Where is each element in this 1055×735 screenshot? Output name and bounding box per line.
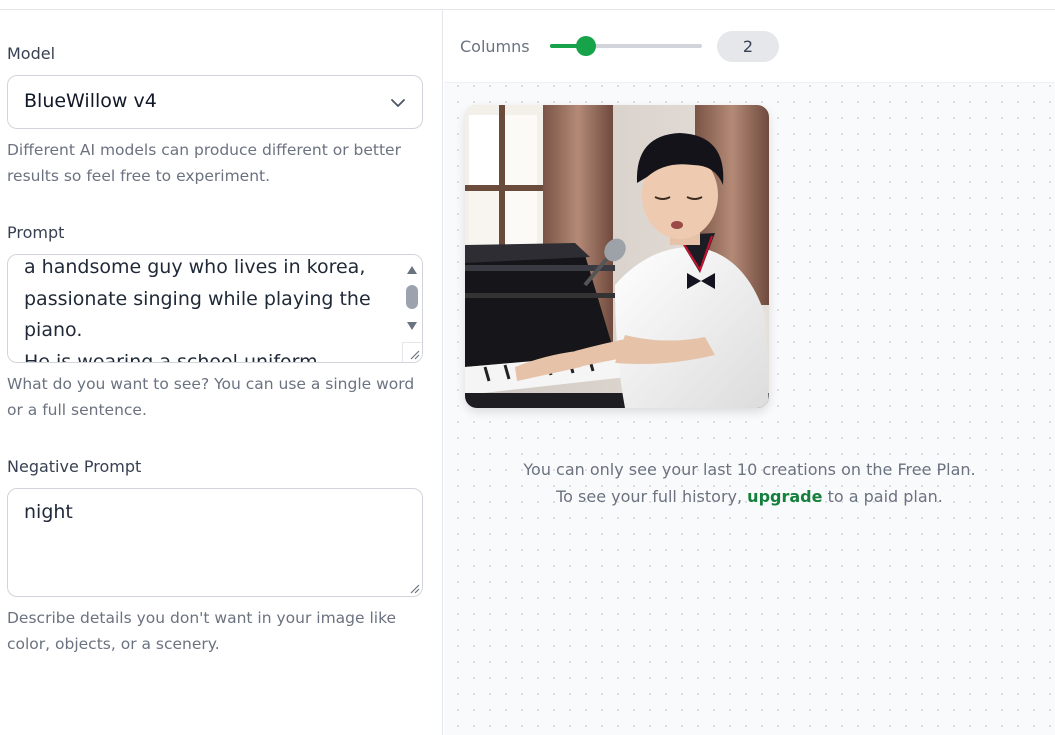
columns-slider[interactable] xyxy=(550,36,702,56)
prompt-text: a handsome guy who lives in korea, passi… xyxy=(24,256,371,363)
notice-line-2: To see your full history, upgrade to a p… xyxy=(444,483,1055,510)
prompt-textarea[interactable]: a handsome guy who lives in korea, passi… xyxy=(7,254,423,363)
upgrade-link[interactable]: upgrade xyxy=(747,487,822,506)
prompt-help-text: What do you want to see? You can use a s… xyxy=(7,375,415,419)
negative-prompt-label: Negative Prompt xyxy=(7,457,142,476)
resize-grip-icon[interactable] xyxy=(408,582,420,594)
gallery-panel: Columns 2 You can only see your last 10 … xyxy=(444,10,1055,735)
columns-label: Columns xyxy=(460,37,530,56)
resize-grip-icon[interactable] xyxy=(408,348,420,360)
columns-value-badge: 2 xyxy=(717,31,779,62)
generated-image xyxy=(465,105,769,408)
scroll-down-icon[interactable] xyxy=(406,321,418,331)
prompt-label: Prompt xyxy=(7,223,65,242)
scroll-up-icon[interactable] xyxy=(406,265,418,275)
free-plan-notice: You can only see your last 10 creations … xyxy=(444,456,1055,510)
gallery-toolbar: Columns 2 xyxy=(444,10,1055,83)
chevron-down-icon xyxy=(391,99,405,107)
model-select[interactable]: BlueWillow v4 xyxy=(7,75,423,129)
generated-image-card[interactable] xyxy=(465,105,769,408)
settings-sidebar: Model BlueWillow v4 Different AI models … xyxy=(0,10,443,735)
app: Model BlueWillow v4 Different AI models … xyxy=(0,0,1055,735)
negative-prompt-text: night xyxy=(24,501,73,523)
negative-prompt-textarea[interactable]: night xyxy=(7,488,423,597)
notice-suffix: to a paid plan. xyxy=(827,487,943,506)
model-selected-value: BlueWillow v4 xyxy=(24,90,157,112)
scroll-thumb[interactable] xyxy=(406,285,418,309)
notice-prefix: To see your full history, xyxy=(556,487,743,506)
model-help-text: Different AI models can produce differen… xyxy=(7,141,401,185)
model-label: Model xyxy=(7,44,56,63)
negative-prompt-help-text: Describe details you don't want in your … xyxy=(7,609,397,653)
slider-thumb[interactable] xyxy=(576,36,597,56)
notice-line-1: You can only see your last 10 creations … xyxy=(523,460,976,479)
